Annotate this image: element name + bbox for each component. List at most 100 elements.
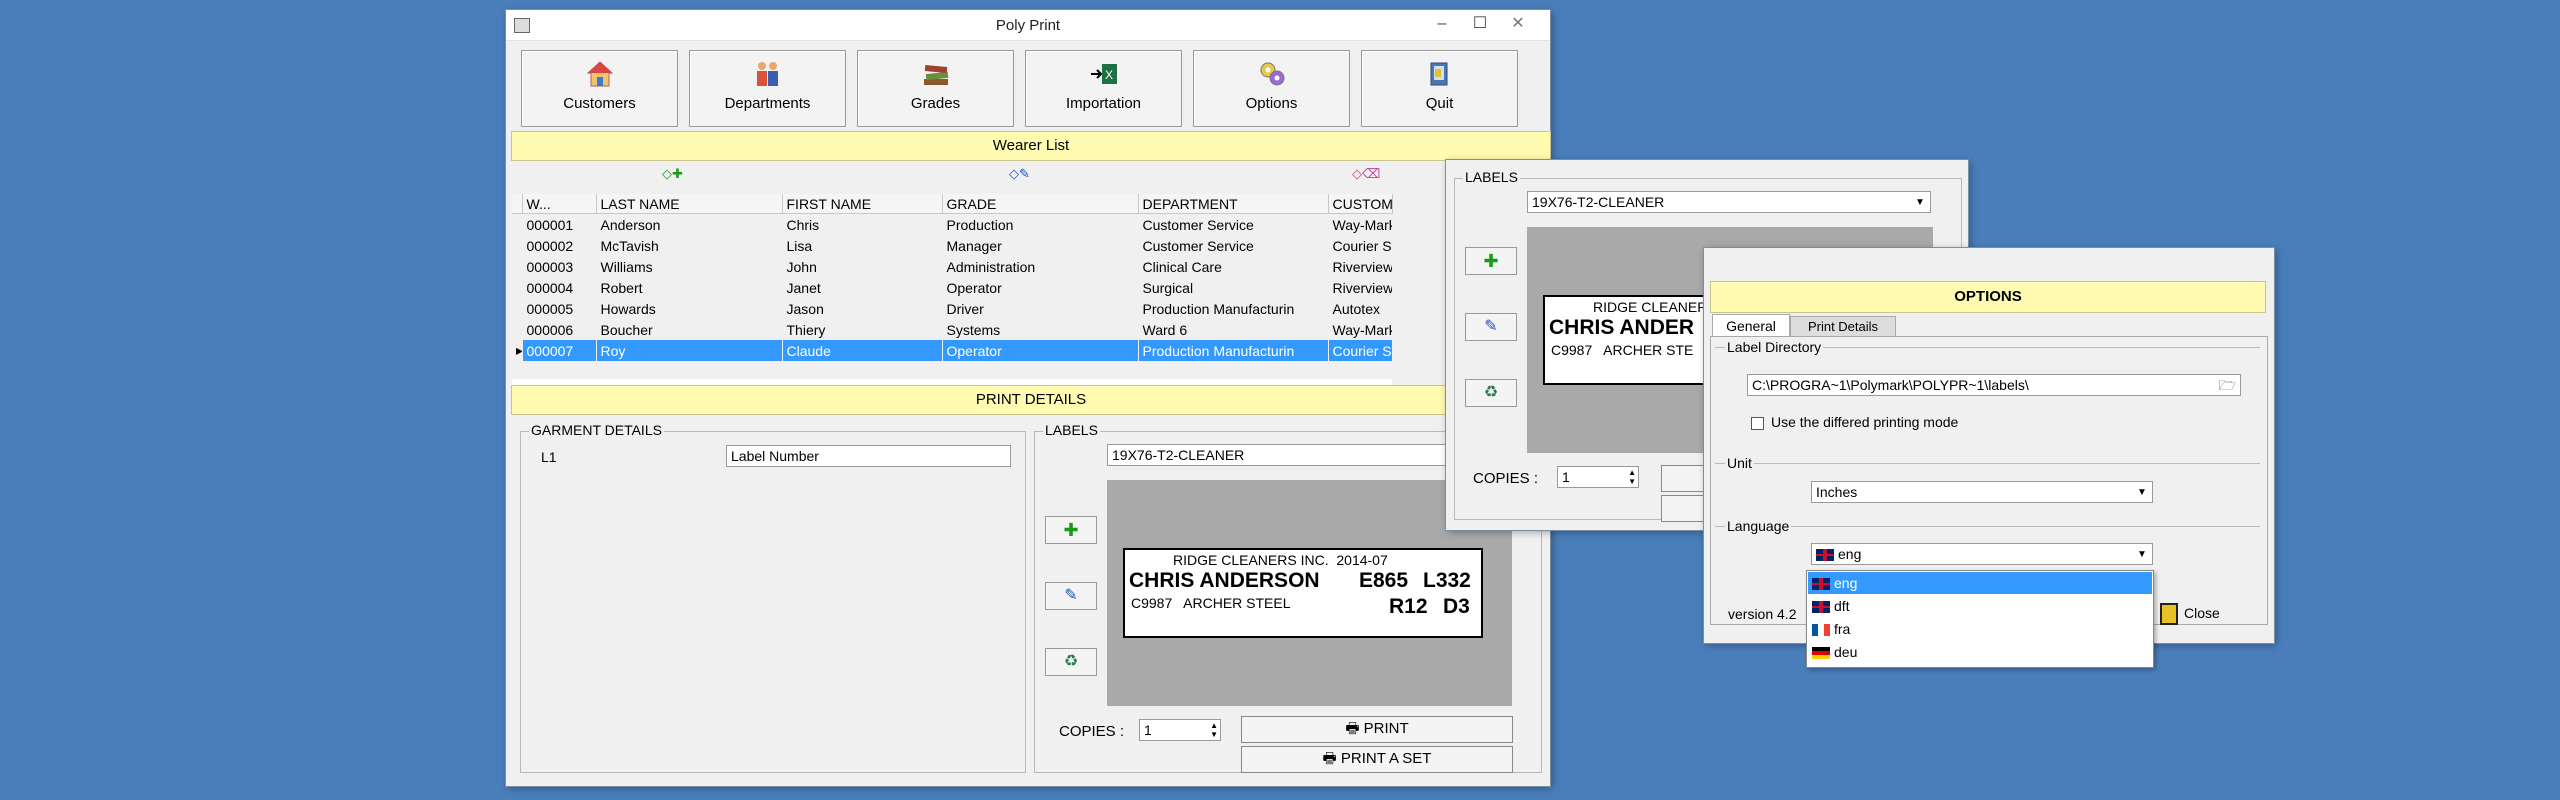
folder-icon[interactable]: 🗁 xyxy=(2219,375,2236,395)
spinner-arrows[interactable]: ▲ ▼ xyxy=(1628,468,1636,486)
wearer-table[interactable]: W... LAST NAME FIRST NAME GRADE DEPARTME… xyxy=(512,194,1393,361)
delete-label-button[interactable]: ♻ xyxy=(1045,648,1097,676)
labels-window-select[interactable]: 19X76-T2-CLEANER ▼ xyxy=(1527,191,1931,213)
col-header-first-name[interactable]: FIRST NAME xyxy=(782,194,943,214)
importation-button[interactable]: X Importation xyxy=(1025,50,1182,127)
wearer-id-cell[interactable]: 000006 xyxy=(522,319,596,340)
table-row[interactable]: 000001 Anderson Chris Production Customer Se… xyxy=(512,214,1392,236)
col-header-grade[interactable]: GRADE xyxy=(942,194,1139,214)
language-option-eng[interactable]: eng xyxy=(1808,572,2152,594)
last-name-cell[interactable]: McTavish xyxy=(596,235,782,256)
customer-cell[interactable]: Way-Mark Paint xyxy=(1328,319,1392,340)
tab-general[interactable]: General xyxy=(1712,314,1790,337)
department-cell[interactable]: Production Manufacturin xyxy=(1138,298,1328,319)
first-name-cell[interactable]: John xyxy=(782,256,942,277)
maximize-button[interactable]: ☐ xyxy=(1466,14,1494,34)
table-row[interactable]: 000002 McTavish Lisa Manager Customer Servic… xyxy=(512,235,1392,256)
minimize-button[interactable]: – xyxy=(1428,14,1456,34)
preview-code4: D3 xyxy=(1443,595,1470,618)
grade-cell[interactable]: Operator xyxy=(942,277,1138,298)
window-title: Poly Print xyxy=(995,17,1061,34)
first-name-cell[interactable]: Claude xyxy=(782,340,942,361)
copies-spinner[interactable]: 1 ▲ ▼ xyxy=(1139,719,1221,741)
department-cell[interactable]: Customer Service xyxy=(1138,235,1328,256)
table-row[interactable]: 000006 Boucher Thiery Systems Ward 6 Way-Mark… xyxy=(512,319,1392,340)
last-name-cell[interactable]: Boucher xyxy=(596,319,782,340)
labels-window-copies-spinner[interactable]: 1 ▲ ▼ xyxy=(1557,466,1639,488)
col-header-last-name[interactable]: LAST NAME xyxy=(596,194,783,214)
table-row[interactable]: ▸ 000007 Roy Claude Operator Production Manuf… xyxy=(512,340,1392,361)
options-close-button[interactable]: Close xyxy=(2152,600,2262,626)
customer-cell[interactable]: Courier Systems xyxy=(1328,235,1392,256)
customers-button[interactable]: Customers xyxy=(521,50,678,127)
delete-wearer-icon[interactable]: ◇⌫ xyxy=(1352,166,1380,182)
departments-button[interactable]: Departments xyxy=(689,50,846,127)
wearer-id-cell[interactable]: 000007 xyxy=(522,340,596,361)
department-cell[interactable]: Ward 6 xyxy=(1138,319,1328,340)
wearer-id-cell[interactable]: 000001 xyxy=(522,214,596,236)
language-option-deu[interactable]: deu xyxy=(1808,641,2152,663)
col-header-customer[interactable]: CUSTOMER xyxy=(1328,194,1393,214)
grade-cell[interactable]: Production xyxy=(942,214,1138,236)
people-icon xyxy=(756,62,778,86)
last-name-cell[interactable]: Williams xyxy=(596,256,782,277)
add-wearer-icon[interactable]: ◇✚ xyxy=(662,166,683,182)
grades-button[interactable]: Grades xyxy=(857,50,1014,127)
labels-window-delete-button[interactable]: ♻ xyxy=(1465,379,1517,407)
wearer-id-cell[interactable]: 000005 xyxy=(522,298,596,319)
print-set-button[interactable]: 🖶 PRINT A SET xyxy=(1241,746,1513,773)
customer-cell[interactable]: Riverview Nursi xyxy=(1328,277,1392,298)
quit-button[interactable]: Quit xyxy=(1361,50,1518,127)
language-select[interactable]: eng ▼ xyxy=(1811,543,2153,565)
grade-cell[interactable]: Systems xyxy=(942,319,1138,340)
department-cell[interactable]: Surgical xyxy=(1138,277,1328,298)
options-button[interactable]: Options xyxy=(1193,50,1350,127)
first-name-cell[interactable]: Jason xyxy=(782,298,942,319)
labels-window-add-button[interactable]: ✚ xyxy=(1465,247,1517,275)
unit-select[interactable]: Inches ▼ xyxy=(1811,481,2153,503)
customer-cell[interactable]: Autotex xyxy=(1328,298,1392,319)
last-name-cell[interactable]: Roy xyxy=(596,340,782,361)
labels-window-edit-button[interactable]: ✎ xyxy=(1465,313,1517,341)
department-cell[interactable]: Production Manufacturin xyxy=(1138,340,1328,361)
wearer-id-cell[interactable]: 000002 xyxy=(522,235,596,256)
tab-print-details[interactable]: Print Details xyxy=(1790,316,1896,337)
last-name-cell[interactable]: Anderson xyxy=(596,214,782,236)
edit-label-button[interactable]: ✎ xyxy=(1045,582,1097,610)
last-name-cell[interactable]: Howards xyxy=(596,298,782,319)
add-label-button[interactable]: ✚ xyxy=(1045,516,1097,544)
customer-cell[interactable]: Courier Systems xyxy=(1328,340,1392,361)
print-button[interactable]: 🖶 PRINT xyxy=(1241,716,1513,743)
grade-cell[interactable]: Administration xyxy=(942,256,1138,277)
language-option-dft[interactable]: dft xyxy=(1808,595,2152,617)
first-name-cell[interactable]: Lisa xyxy=(782,235,942,256)
label-number-field[interactable]: Label Number xyxy=(726,445,1011,467)
grade-cell[interactable]: Manager xyxy=(942,235,1138,256)
department-cell[interactable]: Clinical Care xyxy=(1138,256,1328,277)
wearer-id-cell[interactable]: 000004 xyxy=(522,277,596,298)
language-dropdown-list[interactable]: eng dft fra deu xyxy=(1806,570,2154,668)
table-row[interactable]: 000003 Williams John Administration Clinical… xyxy=(512,256,1392,277)
department-cell[interactable]: Customer Service xyxy=(1138,214,1328,236)
edit-wearer-icon[interactable]: ◇✎ xyxy=(1009,166,1030,182)
wearer-id-cell[interactable]: 000003 xyxy=(522,256,596,277)
version-text: version 4.2 xyxy=(1728,606,1797,622)
first-name-cell[interactable]: Chris xyxy=(782,214,942,236)
spinner-arrows[interactable]: ▲ ▼ xyxy=(1210,721,1218,739)
col-header-wearer[interactable]: W... xyxy=(522,194,597,214)
grade-cell[interactable]: Driver xyxy=(942,298,1138,319)
label-format-select[interactable]: 19X76-T2-CLEANER xyxy=(1107,444,1497,466)
last-name-cell[interactable]: Robert xyxy=(596,277,782,298)
customer-cell[interactable]: Way-Mark Paint xyxy=(1328,214,1392,236)
label-directory-input[interactable]: C:\PROGRA~1\Polymark\POLYPR~1\labels\ 🗁 xyxy=(1747,374,2241,396)
language-option-fra[interactable]: fra xyxy=(1808,618,2152,640)
first-name-cell[interactable]: Janet xyxy=(782,277,942,298)
table-row[interactable]: 000005 Howards Jason Driver Production Manuf… xyxy=(512,298,1392,319)
table-row[interactable]: 000004 Robert Janet Operator Surgical Rivervi… xyxy=(512,277,1392,298)
customer-cell[interactable]: Riverview Nursi xyxy=(1328,256,1392,277)
col-header-department[interactable]: DEPARTMENT xyxy=(1138,194,1329,214)
differed-printing-checkbox[interactable] xyxy=(1751,417,1764,430)
grade-cell[interactable]: Operator xyxy=(942,340,1138,361)
close-button[interactable]: ✕ xyxy=(1504,14,1532,34)
first-name-cell[interactable]: Thiery xyxy=(782,319,942,340)
